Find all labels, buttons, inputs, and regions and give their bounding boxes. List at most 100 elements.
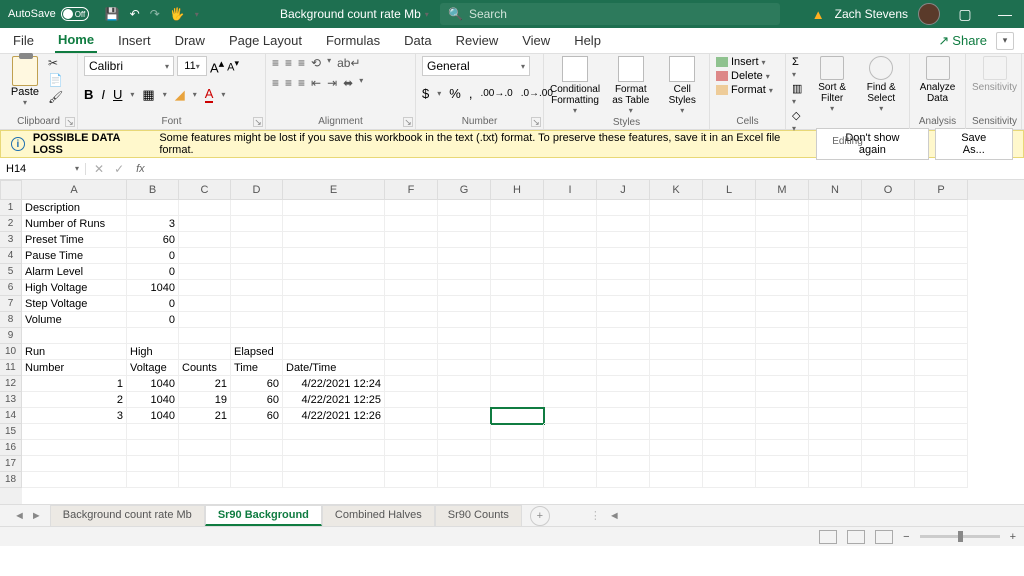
cell[interactable] <box>862 344 915 360</box>
row-header[interactable]: 18 <box>0 472 22 488</box>
tab-page-layout[interactable]: Page Layout <box>226 29 305 52</box>
minimize-icon[interactable]: — <box>990 6 1020 22</box>
row-header[interactable]: 14 <box>0 408 22 424</box>
find-select-button[interactable]: Find & Select▾ <box>859 56 903 113</box>
cell[interactable] <box>809 424 862 440</box>
cell[interactable] <box>491 424 544 440</box>
cell[interactable] <box>231 440 283 456</box>
cell[interactable] <box>650 456 703 472</box>
align-left-icon[interactable]: ≡ <box>272 76 279 90</box>
cell[interactable] <box>438 392 491 408</box>
cell[interactable] <box>915 200 968 216</box>
cell[interactable] <box>809 328 862 344</box>
paste-button[interactable]: Paste ▾ <box>6 56 44 107</box>
cell[interactable] <box>22 328 127 344</box>
cell[interactable] <box>862 392 915 408</box>
cell[interactable] <box>915 344 968 360</box>
cell[interactable] <box>283 328 385 344</box>
cell[interactable] <box>809 472 862 488</box>
user-name[interactable]: Zach Stevens <box>835 7 908 21</box>
cell[interactable] <box>231 264 283 280</box>
cell[interactable] <box>179 232 231 248</box>
page-break-icon[interactable] <box>875 530 893 544</box>
cell[interactable] <box>756 360 809 376</box>
column-header[interactable]: E <box>283 180 385 200</box>
cell[interactable] <box>438 360 491 376</box>
cell[interactable] <box>231 472 283 488</box>
format-button[interactable]: Format▾ <box>716 84 773 96</box>
format-painter-icon[interactable]: 🖌 <box>48 90 63 104</box>
cell[interactable] <box>283 344 385 360</box>
cell[interactable]: 1 <box>22 376 127 392</box>
tab-help[interactable]: Help <box>571 29 604 52</box>
cell[interactable]: 0 <box>127 248 179 264</box>
tab-data[interactable]: Data <box>401 29 434 52</box>
cell[interactable] <box>283 424 385 440</box>
cell[interactable] <box>544 472 597 488</box>
avatar[interactable] <box>918 3 940 25</box>
cell[interactable] <box>915 424 968 440</box>
cell[interactable] <box>915 472 968 488</box>
cut-icon[interactable]: ✂ <box>48 56 63 70</box>
cell[interactable] <box>756 424 809 440</box>
cell[interactable] <box>231 424 283 440</box>
add-sheet-button[interactable]: + <box>530 506 550 526</box>
cell[interactable] <box>127 440 179 456</box>
cell[interactable] <box>915 312 968 328</box>
dialog-launcher-icon[interactable]: ↘ <box>253 117 263 127</box>
normal-view-icon[interactable] <box>819 530 837 544</box>
cell[interactable] <box>597 408 650 424</box>
cell[interactable] <box>650 280 703 296</box>
ribbon-display-icon[interactable]: ▢ <box>950 6 980 23</box>
cell[interactable] <box>385 280 438 296</box>
cell[interactable] <box>862 248 915 264</box>
page-layout-icon[interactable] <box>847 530 865 544</box>
cell[interactable] <box>385 440 438 456</box>
row-header[interactable]: 10 <box>0 344 22 360</box>
cell[interactable] <box>809 264 862 280</box>
cell[interactable] <box>491 248 544 264</box>
cell[interactable] <box>385 200 438 216</box>
cell[interactable] <box>179 264 231 280</box>
indent-dec-icon[interactable]: ⇤ <box>311 76 321 90</box>
cell[interactable] <box>703 248 756 264</box>
cell[interactable] <box>756 264 809 280</box>
cell[interactable] <box>231 328 283 344</box>
cell[interactable] <box>179 440 231 456</box>
cell[interactable] <box>703 328 756 344</box>
cell[interactable] <box>703 200 756 216</box>
cell[interactable] <box>915 280 968 296</box>
inc-decimal-icon[interactable]: .00→.0 <box>480 88 512 99</box>
cell[interactable]: 1040 <box>127 376 179 392</box>
cell[interactable] <box>283 264 385 280</box>
cell[interactable] <box>491 360 544 376</box>
cell[interactable] <box>385 344 438 360</box>
cell[interactable] <box>703 216 756 232</box>
cell[interactable] <box>544 376 597 392</box>
wrap-text-icon[interactable]: ab↵ <box>337 56 360 70</box>
cell[interactable] <box>544 296 597 312</box>
row-header[interactable]: 3 <box>0 232 22 248</box>
warning-icon[interactable]: ▲ <box>812 7 825 22</box>
tab-review[interactable]: Review <box>453 29 502 52</box>
sheet-tab[interactable]: Combined Halves <box>322 505 435 526</box>
font-color-icon[interactable]: A <box>205 86 214 103</box>
cell[interactable] <box>756 248 809 264</box>
cell[interactable] <box>650 440 703 456</box>
cell[interactable] <box>283 280 385 296</box>
column-header[interactable]: I <box>544 180 597 200</box>
align-top-icon[interactable]: ≡ <box>272 56 279 70</box>
cell[interactable] <box>385 296 438 312</box>
cell[interactable] <box>597 200 650 216</box>
percent-icon[interactable]: % <box>449 86 461 101</box>
delete-button[interactable]: Delete▾ <box>716 70 770 82</box>
cell[interactable]: 4/22/2021 12:25 <box>283 392 385 408</box>
cell[interactable]: Volume <box>22 312 127 328</box>
cell[interactable] <box>756 216 809 232</box>
cell[interactable] <box>544 264 597 280</box>
shrink-font-icon[interactable]: A▾ <box>227 58 239 74</box>
cell[interactable] <box>703 456 756 472</box>
cell[interactable] <box>231 456 283 472</box>
cell[interactable] <box>862 440 915 456</box>
save-as-button[interactable]: Save As... <box>935 128 1013 160</box>
